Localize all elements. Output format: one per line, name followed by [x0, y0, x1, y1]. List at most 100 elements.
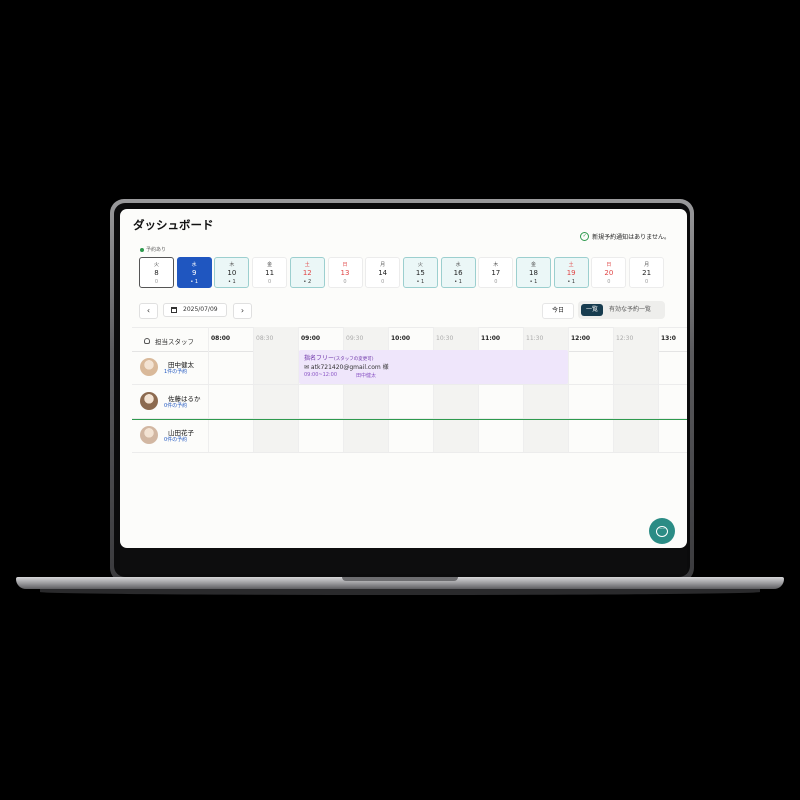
time-label: 12:00: [571, 335, 591, 342]
notification-text: 新規予約通知はありません。: [592, 234, 670, 241]
day-weekday: 木: [493, 262, 499, 268]
day-count: • 1: [416, 279, 425, 285]
staff-column-header: 担当スタッフ: [144, 336, 194, 346]
app-screen: ダッシュボード ✓ 新規予約通知はありません。 予約あり 火 8 0 水 9 • 1 木 10…: [120, 209, 687, 548]
calendar-icon: [171, 307, 177, 313]
day-weekday: 月: [644, 262, 650, 268]
day-number: 18: [529, 269, 538, 277]
day-number: 13: [340, 269, 350, 277]
day-cell[interactable]: 金 11 0: [252, 257, 288, 288]
day-count: 0: [268, 279, 272, 285]
day-number: 16: [453, 269, 463, 277]
day-count: 0: [154, 279, 159, 285]
chat-button[interactable]: ···: [649, 518, 675, 544]
day-number: 10: [227, 269, 237, 277]
appointment-type: 指名フリー: [304, 355, 335, 362]
day-count: • 1: [529, 279, 538, 285]
day-number: 19: [566, 269, 576, 277]
next-day-button[interactable]: ›: [233, 303, 252, 319]
chat-icon: ···: [656, 525, 668, 537]
appointment-staff: 田中健太: [356, 373, 377, 379]
date-picker[interactable]: 2025/07/09: [163, 303, 227, 317]
time-label: 13:0: [661, 335, 676, 342]
day-count: 0: [343, 279, 347, 285]
day-cell[interactable]: 月 21 0: [629, 257, 665, 288]
avatar: [140, 426, 158, 444]
day-weekday: 水: [191, 262, 197, 268]
day-cell[interactable]: 水 9 • 1: [176, 257, 212, 288]
laptop-chin: [120, 548, 687, 574]
staff-row: 佐藤はるか 0件の予約: [132, 384, 687, 419]
notification-status: ✓ 新規予約通知はありません。: [580, 232, 670, 241]
day-weekday: 土: [304, 262, 310, 268]
day-number: 9: [191, 269, 197, 277]
day-weekday: 水: [455, 262, 461, 268]
day-cell[interactable]: 木 10 • 1: [214, 257, 250, 288]
laptop-base-notch: [342, 577, 458, 581]
avatar: [140, 392, 158, 410]
day-cell[interactable]: 月 14 0: [365, 257, 401, 288]
today-button[interactable]: 今日: [542, 303, 574, 319]
day-count: • 1: [228, 279, 236, 285]
legend-label: 予約あり: [146, 247, 167, 253]
day-cell[interactable]: 土 19 • 1: [553, 257, 589, 288]
day-weekday: 日: [342, 262, 348, 268]
day-number: 20: [604, 269, 614, 277]
day-number: 11: [265, 269, 275, 277]
day-count: • 2: [303, 279, 312, 285]
view-list-button[interactable]: 一覧: [581, 304, 603, 316]
view-toggle: 一覧 有効な予約一覧: [578, 301, 665, 319]
day-count: 0: [607, 279, 611, 285]
day-weekday: 土: [568, 262, 574, 268]
appointment-time: 09:00~12:00: [304, 372, 338, 378]
day-cell[interactable]: 火8 0: [139, 257, 174, 288]
day-number: 17: [491, 269, 501, 277]
day-number: 8: [154, 269, 159, 277]
reservation-legend: 予約あり: [140, 246, 166, 253]
time-label: 09:30: [346, 335, 364, 342]
day-count: • 1: [567, 279, 576, 285]
day-number: 14: [378, 269, 388, 277]
day-count: 0: [645, 279, 649, 285]
staff-reservation-count[interactable]: 0件の予約: [164, 402, 187, 409]
time-label: 11:00: [481, 335, 501, 342]
avatar: [140, 358, 158, 376]
day-weekday: 金: [267, 262, 273, 268]
day-count: • 1: [454, 279, 462, 285]
time-label: 10:00: [391, 335, 411, 342]
prev-day-button[interactable]: ‹: [139, 303, 158, 319]
page-title: ダッシュボード: [133, 218, 214, 232]
day-cell[interactable]: 火 15 • 1: [402, 257, 438, 288]
day-count: 0: [381, 279, 385, 285]
day-number: 15: [415, 269, 425, 277]
laptop-shadow: [40, 589, 760, 595]
date-toolbar: ‹ 2025/07/09 › 今日 一覧 有効な予約一覧: [139, 301, 673, 321]
day-count: • 1: [190, 279, 199, 285]
time-label: 08:00: [211, 335, 231, 342]
person-icon: [144, 338, 150, 344]
staff-row: 山田花子 0件の予約: [132, 418, 687, 453]
day-cell[interactable]: 水 16 • 1: [440, 257, 476, 288]
staff-reservation-count[interactable]: 0件の予約: [164, 436, 187, 443]
appointment-block[interactable]: 指名フリー(スタッフの変更可) ✉ atk721420@gmail.com 様 …: [299, 350, 568, 384]
day-cell[interactable]: 日 13 0: [327, 257, 363, 288]
time-label: 09:00: [301, 335, 321, 342]
day-count: 0: [494, 279, 498, 285]
day-cell[interactable]: 日 20 0: [591, 257, 627, 288]
day-cell[interactable]: 木 17 0: [478, 257, 514, 288]
time-label: 11:30: [526, 335, 544, 342]
day-cell[interactable]: 土 12 • 2: [289, 257, 325, 288]
day-weekday: 火: [153, 262, 159, 268]
appointment-title: 指名フリー(スタッフの変更可): [304, 353, 374, 362]
view-valid-reservations-button[interactable]: 有効な予約一覧: [609, 304, 651, 316]
day-number: 12: [302, 269, 312, 277]
staff-header-label: 担当スタッフ: [155, 338, 194, 346]
staff-reservation-count[interactable]: 1件の予約: [164, 368, 187, 375]
time-label: 08:30: [256, 335, 274, 342]
time-label: 12:30: [616, 335, 634, 342]
green-dot-icon: [140, 247, 144, 252]
day-cell[interactable]: 金 18 • 1: [516, 257, 551, 288]
time-label: 10:30: [436, 335, 454, 342]
day-weekday: 日: [606, 262, 612, 268]
current-date: 2025/07/09: [183, 306, 218, 313]
